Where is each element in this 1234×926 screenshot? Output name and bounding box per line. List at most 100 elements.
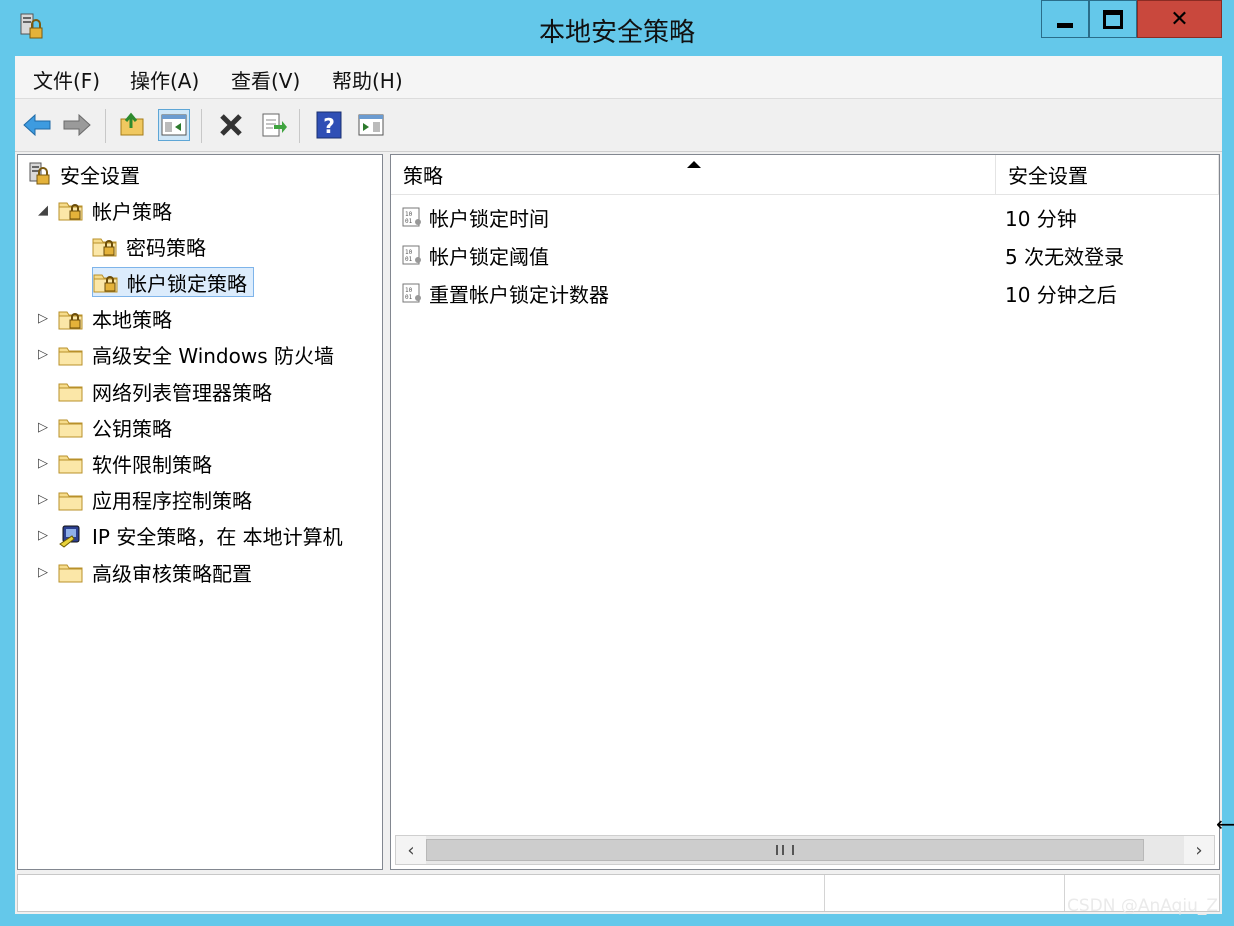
column-header-setting[interactable]: 安全设置	[996, 155, 1219, 195]
delete-button[interactable]	[215, 109, 247, 141]
up-level-button[interactable]	[117, 109, 149, 141]
collapsed-arrow-icon[interactable]: ▷	[36, 311, 50, 326]
tree-item-label: 应用程序控制策略	[92, 489, 252, 514]
tree-item[interactable]: 密码策略	[92, 231, 206, 261]
tree-item[interactable]: ▷ 软件限制策略	[38, 448, 212, 478]
collapsed-arrow-icon[interactable]: ▷	[36, 565, 50, 580]
tree-item[interactable]: ▷ 应用程序控制策略	[38, 485, 252, 515]
column-header-setting-label: 安全设置	[1008, 164, 1088, 188]
svg-text:10: 10	[405, 249, 413, 256]
grip-icon	[776, 845, 794, 855]
show-hide-tree-button[interactable]	[158, 109, 190, 141]
tree-item[interactable]: ▷ 高级审核策略配置	[38, 557, 252, 587]
collapsed-arrow-icon[interactable]: ▷	[36, 492, 50, 507]
resize-cursor-icon: ⟷	[1216, 812, 1234, 836]
svg-text:10: 10	[405, 211, 413, 218]
tree-root[interactable]: 安全设置	[26, 159, 140, 189]
help-button[interactable]: ?	[313, 109, 345, 141]
tree-item[interactable]: ▷ 高级安全 Windows 防火墙	[38, 340, 334, 370]
collapsed-arrow-icon[interactable]: ▷	[36, 456, 50, 471]
locked-folder-icon	[93, 274, 118, 293]
toolbar-separator	[105, 109, 106, 143]
delete-icon	[220, 114, 242, 136]
collapsed-arrow-icon[interactable]: ▷	[36, 347, 50, 362]
show-hide-action-pane-button[interactable]	[355, 109, 387, 141]
back-button[interactable]	[21, 109, 53, 141]
close-button[interactable]: ✕	[1137, 0, 1222, 38]
export-list-button[interactable]	[258, 109, 290, 141]
maximize-button[interactable]	[1089, 0, 1137, 38]
list-item[interactable]: 10 01 重置帐户锁定计数器 10 分钟之后	[401, 277, 1217, 309]
tree-item[interactable]: ▷ 公钥策略	[38, 412, 172, 442]
tree-pane[interactable]: 安全设置 ◢ 帐户策略密码策略帐户锁定策略 ▷ 本地策略 ▷ 高级安全 Windows 防…	[17, 154, 383, 870]
tree-item-label: 帐户锁定策略	[127, 271, 247, 296]
forward-button[interactable]	[61, 109, 93, 141]
tree-item-label: 网络列表管理器策略	[92, 380, 272, 405]
help-icon: ?	[316, 111, 342, 139]
policy-name: 帐户锁定时间	[429, 206, 549, 231]
folder-icon	[58, 455, 83, 474]
scroll-thumb[interactable]	[426, 839, 1144, 861]
status-divider	[824, 875, 825, 911]
locked-folder-icon	[58, 311, 83, 330]
horizontal-scrollbar[interactable]: ‹ ›	[395, 835, 1215, 865]
show-hide-action-pane-icon	[358, 114, 384, 136]
sort-ascending-icon	[687, 161, 701, 168]
toolbar: ?	[15, 99, 1222, 152]
column-header-policy-label: 策略	[403, 164, 443, 188]
toolbar-separator	[299, 109, 300, 143]
up-folder-icon	[120, 112, 144, 136]
policy-setting-icon: 1001	[402, 283, 421, 303]
show-hide-tree-icon	[161, 114, 187, 136]
tree-item[interactable]: ◢ 帐户策略	[38, 195, 172, 225]
tree-item-label: 高级审核策略配置	[92, 561, 252, 586]
status-divider	[1064, 875, 1065, 911]
menu-help[interactable]: 帮助(H)	[328, 65, 407, 94]
policy-setting-icon: 1001	[402, 245, 421, 265]
tree-root-label: 安全设置	[60, 163, 140, 188]
policy-name: 重置帐户锁定计数器	[429, 282, 609, 307]
folder-icon	[58, 419, 83, 438]
menu-action[interactable]: 操作(A)	[126, 65, 203, 94]
expanded-arrow-icon[interactable]: ◢	[36, 203, 50, 218]
collapsed-arrow-icon[interactable]: ▷	[36, 528, 50, 543]
collapsed-arrow-icon[interactable]: ▷	[36, 420, 50, 435]
scroll-left-button[interactable]: ‹	[396, 836, 426, 864]
ip-security-icon	[59, 525, 80, 548]
minimize-icon	[1057, 22, 1073, 28]
tree-item-label: 软件限制策略	[92, 452, 212, 477]
tree-item-label: 高级安全 Windows 防火墙	[92, 344, 334, 369]
tree-item[interactable]: 帐户锁定策略	[92, 267, 254, 298]
scroll-right-button[interactable]: ›	[1184, 836, 1214, 864]
client-area: 文件(F) 操作(A) 查看(V) 帮助(H) ? 安全设置 ◢ 帐户策略 密码…	[15, 56, 1222, 914]
chevron-left-icon: ‹	[407, 839, 415, 861]
tree-item-label: IP 安全策略，在 本地计算机	[92, 525, 343, 550]
tree-item[interactable]: ▷ IP 安全策略，在 本地计算机	[38, 521, 343, 551]
menu-file[interactable]: 文件(F)	[29, 65, 104, 94]
list-pane[interactable]: 策略 安全设置 10 01 帐户锁定时间 10 分钟 10 01 帐户锁定阈值 5 次无效登录…	[390, 154, 1220, 870]
svg-text:10: 10	[405, 287, 413, 294]
policy-setting-value: 10 分钟	[1005, 206, 1077, 231]
list-item[interactable]: 10 01 帐户锁定时间 10 分钟	[401, 201, 1217, 233]
tree-item-label: 帐户策略	[92, 199, 172, 224]
tree-item-label: 本地策略	[92, 308, 172, 333]
policy-setting-value: 10 分钟之后	[1005, 282, 1117, 307]
minimize-button[interactable]	[1041, 0, 1089, 38]
chevron-right-icon: ›	[1195, 839, 1203, 861]
folder-icon	[58, 347, 83, 366]
tree-item[interactable]: ▷ 本地策略	[38, 304, 172, 334]
policy-setting-value: 5 次无效登录	[1005, 244, 1125, 269]
list-item[interactable]: 10 01 帐户锁定阈值 5 次无效登录	[401, 239, 1217, 271]
security-settings-icon	[29, 162, 50, 185]
menu-view[interactable]: 查看(V)	[227, 65, 304, 94]
svg-text:01: 01	[405, 218, 413, 225]
tree-item[interactable]: 网络列表管理器策略	[58, 376, 272, 406]
locked-folder-icon	[92, 238, 117, 257]
tree-item-label: 密码策略	[126, 235, 206, 260]
svg-text:?: ?	[323, 114, 335, 138]
folder-icon	[58, 492, 83, 511]
policy-setting-icon: 1001	[402, 207, 421, 227]
folder-icon	[58, 383, 83, 402]
column-header-policy[interactable]: 策略	[391, 155, 996, 195]
locked-folder-icon	[58, 202, 83, 221]
